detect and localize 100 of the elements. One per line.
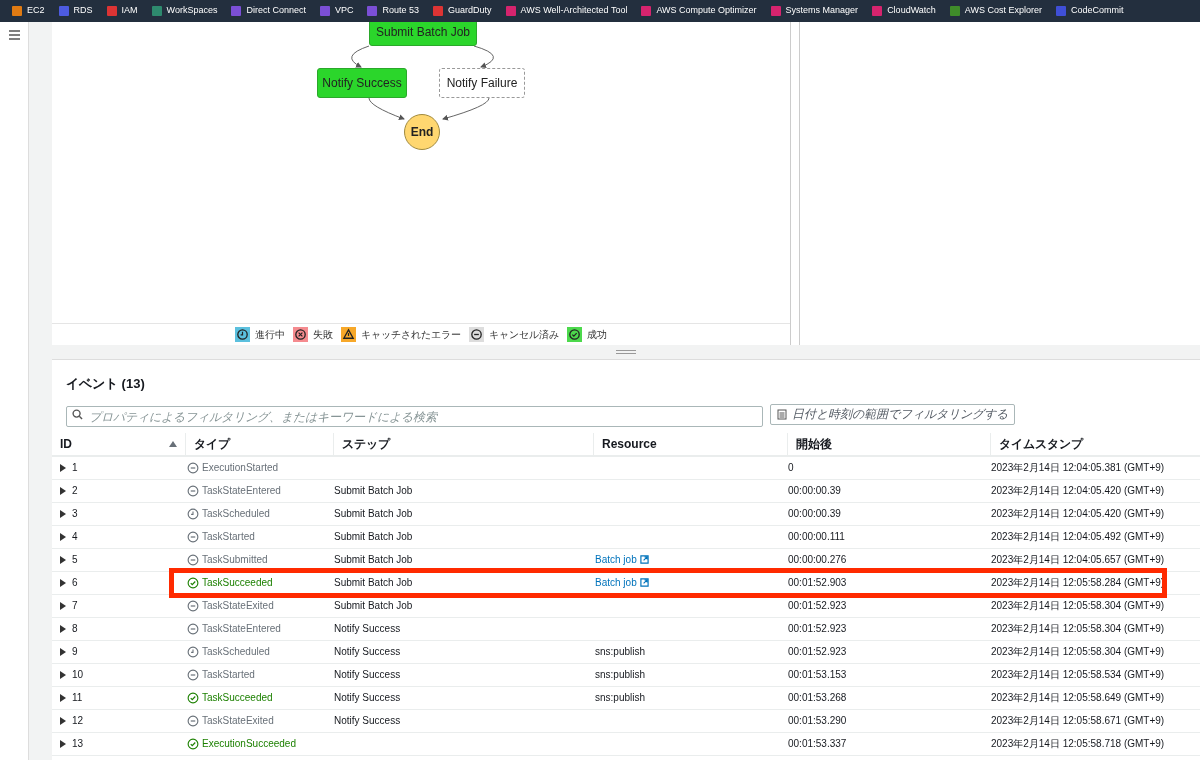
table-cell-text: Submit Batch Job xyxy=(334,530,413,544)
column-header[interactable]: 開始後 xyxy=(787,432,990,455)
table-cell-text: 2023年2月14日 12:05:58.304 (GMT+9) xyxy=(991,599,1165,613)
table-cell-text: TaskScheduled xyxy=(202,645,270,659)
table-cell-text: 11 xyxy=(72,691,83,705)
table-cell-text: 00:00:00.276 xyxy=(788,553,847,567)
legend-label: 進行中 xyxy=(255,328,285,342)
table-cell-text: 2023年2月14日 12:05:58.649 (GMT+9) xyxy=(991,691,1165,705)
table-cell-text: 2023年2月14日 12:05:58.304 (GMT+9) xyxy=(991,645,1165,659)
service-shortcut[interactable]: VPC xyxy=(319,4,354,18)
table-cell-text: 10 xyxy=(72,668,84,682)
table-cell-text: 00:01:52.903 xyxy=(788,576,847,590)
service-shortcut[interactable]: EC2 xyxy=(12,4,45,18)
service-shortcut[interactable]: Direct Connect xyxy=(231,4,306,18)
table-cell-text: 2023年2月14日 12:05:58.671 (GMT+9) xyxy=(991,714,1165,728)
table-cell-text: 2023年2月14日 12:04:05.420 (GMT+9) xyxy=(991,484,1165,498)
service-shortcut[interactable]: RDS xyxy=(58,4,93,18)
expand-row-icon[interactable] xyxy=(60,739,66,748)
table-cell-text: Submit Batch Job xyxy=(334,507,413,521)
legend-label: キャッチされたエラー xyxy=(361,328,461,342)
service-shortcut[interactable]: Systems Manager xyxy=(770,4,859,18)
table-cell-text: TaskStarted xyxy=(202,668,255,682)
resource-link[interactable]: Batch job xyxy=(595,575,637,590)
table-cell-text: Submit Batch Job xyxy=(334,599,413,613)
expand-row-icon[interactable] xyxy=(60,601,66,610)
table-cell-text: 00:00:00.39 xyxy=(788,507,841,521)
service-shortcut[interactable]: AWS Cost Explorer xyxy=(949,4,1042,18)
expand-row-icon[interactable] xyxy=(60,509,66,518)
expand-row-icon[interactable] xyxy=(60,693,66,702)
state-node: Submit Batch Job xyxy=(369,22,477,46)
state-node: Notify Success xyxy=(317,68,407,98)
expand-row-icon[interactable] xyxy=(60,555,66,564)
table-cell-text: sns:publish xyxy=(595,691,646,705)
table-cell-text: TaskSubmitted xyxy=(202,553,268,567)
column-header[interactable]: Resource xyxy=(593,432,787,455)
service-shortcut[interactable]: Route 53 xyxy=(367,4,419,18)
column-header[interactable]: ステップ xyxy=(333,432,593,455)
table-cell-text: sns:publish xyxy=(595,668,646,682)
column-header[interactable]: ID xyxy=(52,432,185,455)
service-shortcut[interactable]: GuardDuty xyxy=(433,4,492,18)
end-state-node: End xyxy=(404,114,440,150)
expand-row-icon[interactable] xyxy=(60,670,66,679)
table-cell-text: TaskStateEntered xyxy=(202,484,281,498)
table-cell-text: 5 xyxy=(72,553,78,567)
table-cell-text: 3 xyxy=(72,507,78,521)
table-cell-text: 2023年2月14日 12:04:05.492 (GMT+9) xyxy=(991,530,1165,544)
table-cell-text: ExecutionSucceeded xyxy=(202,737,296,751)
service-shortcut[interactable]: CodeCommit xyxy=(1056,4,1124,18)
table-cell-text: TaskStarted xyxy=(202,530,255,544)
table-cell-text: 00:01:53.290 xyxy=(788,714,847,728)
table-cell-text: Notify Success xyxy=(334,622,401,636)
expand-row-icon[interactable] xyxy=(60,532,66,541)
resize-handle[interactable] xyxy=(616,350,636,354)
table-cell-text: 0 xyxy=(788,461,794,475)
state-node: Notify Failure xyxy=(439,68,525,98)
table-cell-text: TaskStateEntered xyxy=(202,622,281,636)
menu-icon[interactable] xyxy=(8,30,20,40)
sort-ascending-icon[interactable] xyxy=(169,440,177,447)
table-cell-text: 2023年2月14日 12:05:58.304 (GMT+9) xyxy=(991,622,1165,636)
service-shortcut[interactable]: CloudWatch xyxy=(872,4,936,18)
calendar-icon xyxy=(777,408,787,420)
resource-link[interactable]: Batch job xyxy=(595,552,637,567)
expand-row-icon[interactable] xyxy=(60,716,66,725)
table-cell-text: Submit Batch Job xyxy=(334,576,413,590)
column-header[interactable]: タイムスタンプ xyxy=(990,432,1200,455)
table-cell-text: 00:01:52.923 xyxy=(788,622,847,636)
table-cell-text: TaskStateExited xyxy=(202,714,274,728)
service-shortcut[interactable]: IAM xyxy=(106,4,138,18)
table-cell-text: 9 xyxy=(72,645,78,659)
table-cell-text: 00:01:53.153 xyxy=(788,668,847,682)
expand-row-icon[interactable] xyxy=(60,624,66,633)
table-cell-text: 12 xyxy=(72,714,84,728)
table-cell-text: 7 xyxy=(72,599,78,613)
table-cell-text: 8 xyxy=(72,622,78,636)
service-shortcut[interactable]: AWS Compute Optimizer xyxy=(641,4,757,18)
date-range-filter-button[interactable]: 日付と時刻の範囲でフィルタリングする xyxy=(770,403,1015,425)
expand-row-icon[interactable] xyxy=(60,486,66,495)
table-cell-text: Submit Batch Job xyxy=(334,553,413,567)
table-cell-text: 00:00:00.39 xyxy=(788,484,841,498)
expand-row-icon[interactable] xyxy=(60,578,66,587)
table-cell-text: Notify Success xyxy=(334,645,401,659)
table-cell-text: 00:01:52.923 xyxy=(788,645,847,659)
column-header[interactable]: タイプ xyxy=(185,432,333,455)
expand-row-icon[interactable] xyxy=(60,647,66,656)
table-cell-text: 00:01:53.268 xyxy=(788,691,847,705)
legend-label: 失敗 xyxy=(313,328,333,342)
table-cell-text: 1 xyxy=(72,461,78,475)
expand-row-icon[interactable] xyxy=(60,463,66,472)
external-link-icon xyxy=(639,555,649,564)
table-cell-text: 6 xyxy=(72,576,78,590)
table-cell-text: 2023年2月14日 12:05:58.718 (GMT+9) xyxy=(991,737,1165,751)
table-cell-text: sns:publish xyxy=(595,645,646,659)
search-field[interactable]: プロパティによるフィルタリング、またはキーワードによる検索 xyxy=(66,406,763,427)
table-cell-text: 2 xyxy=(72,484,78,498)
table-cell-text: 00:00:00.111 xyxy=(788,530,845,544)
table-cell-text: 2023年2月14日 12:04:05.420 (GMT+9) xyxy=(991,507,1165,521)
search-icon xyxy=(72,408,83,420)
table-cell-text: TaskSucceeded xyxy=(202,576,273,590)
service-shortcut[interactable]: WorkSpaces xyxy=(151,4,218,18)
service-shortcut[interactable]: AWS Well-Architected Tool xyxy=(505,4,628,18)
